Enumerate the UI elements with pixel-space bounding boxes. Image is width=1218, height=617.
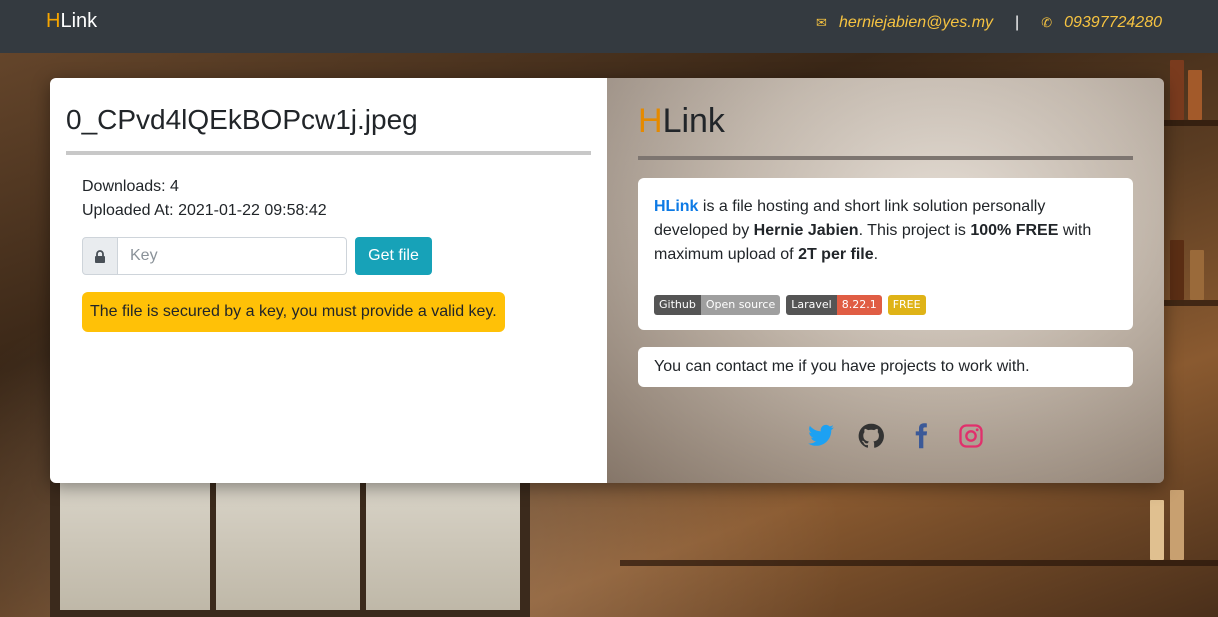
uploaded-at: Uploaded At: 2021-01-22 09:58:42 — [82, 202, 327, 219]
get-file-button[interactable]: Get file — [355, 237, 432, 275]
brand-name: Link — [60, 10, 98, 32]
about-divider — [638, 156, 1133, 160]
brand-h: H — [46, 10, 61, 32]
laravel-badge[interactable]: Laravel 8.22.1 — [786, 295, 882, 315]
nav-contact: ✉ herniejabien@yes.my | ✆ 09397724280 — [816, 14, 1162, 32]
instagram-icon[interactable] — [957, 422, 985, 450]
about-panel: HLink HLink is a file hosting and short … — [607, 78, 1164, 483]
main-card: 0_CPvd4lQEkBOPcw1j.jpeg Downloads: 4 Upl… — [50, 78, 1164, 483]
key-required-alert: The file is secured by a key, you must p… — [82, 292, 505, 332]
mail-icon: ✉ — [816, 15, 827, 30]
author-name: Hernie Jabien — [753, 222, 859, 239]
about-brand-h: H — [638, 102, 663, 140]
about-brand-name: Link — [662, 102, 725, 140]
background-window — [50, 470, 530, 617]
free-badge[interactable]: FREE — [887, 295, 926, 315]
key-input-group: Get file — [82, 237, 432, 275]
nav-email[interactable]: herniejabien@yes.my — [839, 14, 993, 32]
phone-icon: ✆ — [1041, 15, 1053, 30]
brand-logo[interactable]: HLink — [46, 10, 97, 33]
upload-limit: 2T per file — [798, 246, 874, 263]
nav-phone[interactable]: 09397724280 — [1064, 14, 1162, 32]
nav-separator: | — [1015, 14, 1020, 31]
top-navbar: HLink ✉ herniejabien@yes.my | ✆ 09397724… — [0, 0, 1218, 53]
hlink-link[interactable]: HLink — [654, 198, 698, 215]
twitter-icon[interactable] — [807, 422, 835, 450]
github-icon[interactable] — [857, 422, 885, 450]
divider — [66, 151, 591, 155]
social-links — [807, 422, 985, 450]
file-meta: Downloads: 4 Uploaded At: 2021-01-22 09:… — [82, 175, 327, 223]
free-text: 100% FREE — [970, 222, 1059, 239]
facebook-icon[interactable] — [907, 422, 935, 450]
about-box: HLink is a file hosting and short link s… — [638, 178, 1133, 330]
about-brand: HLink — [638, 102, 725, 141]
badges: Github Open source Laravel 8.22.1 FREE — [654, 295, 926, 315]
about-text: HLink is a file hosting and short link s… — [654, 198, 1092, 263]
lock-icon — [82, 237, 118, 275]
downloads-count: Downloads: 4 — [82, 178, 179, 195]
github-badge[interactable]: Github Open source — [654, 295, 781, 315]
contact-box: You can contact me if you have projects … — [638, 347, 1133, 387]
key-input[interactable] — [118, 237, 347, 275]
file-name: 0_CPvd4lQEkBOPcw1j.jpeg — [66, 104, 418, 135]
file-panel: 0_CPvd4lQEkBOPcw1j.jpeg Downloads: 4 Upl… — [50, 78, 607, 483]
